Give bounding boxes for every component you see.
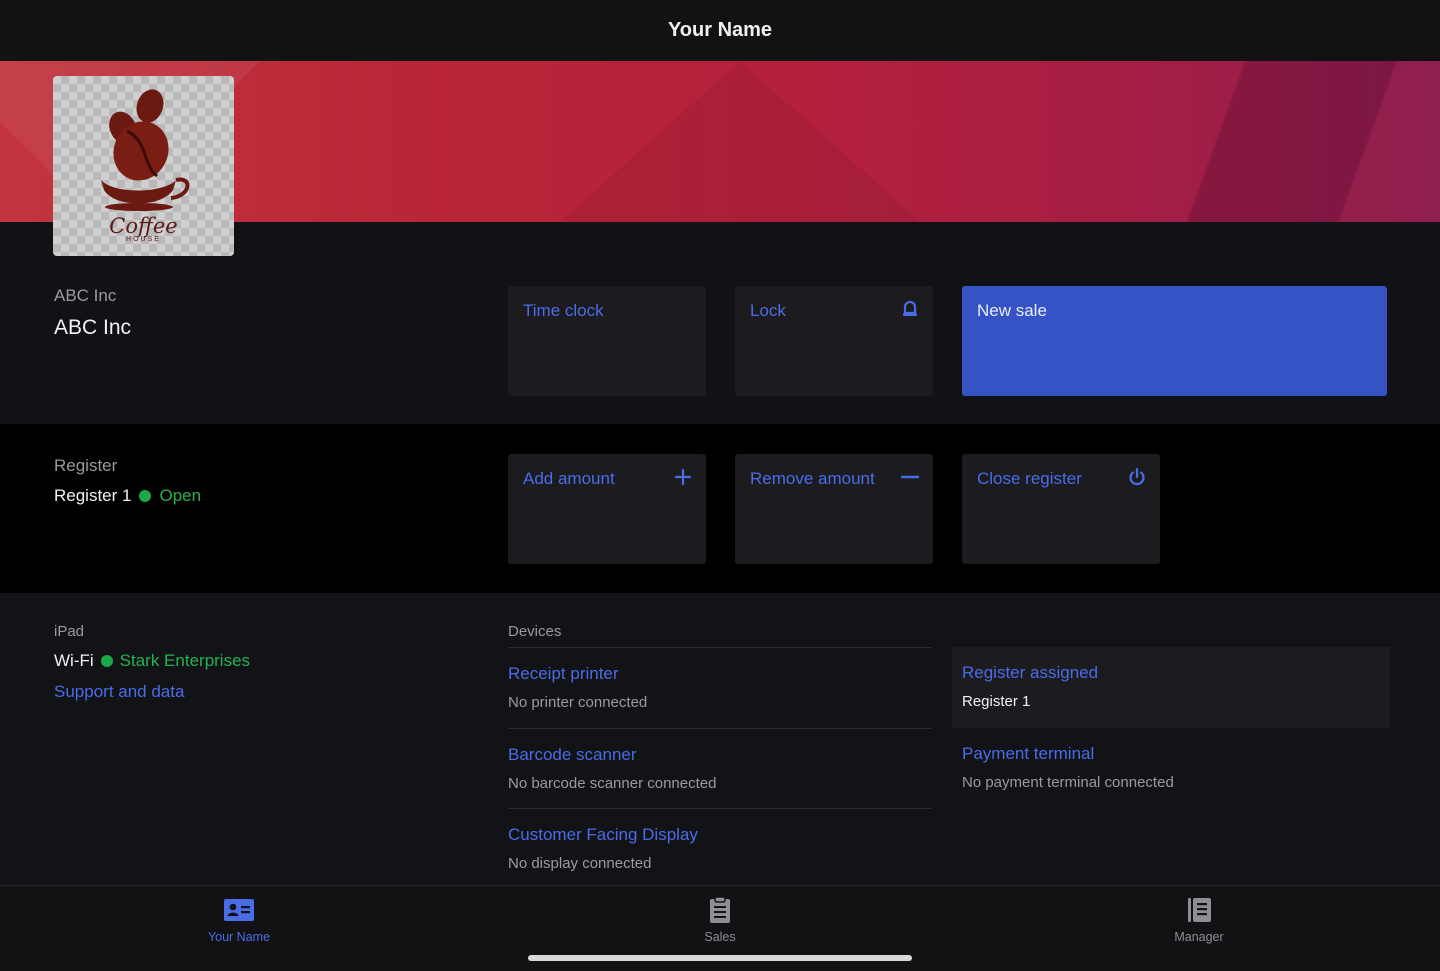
status-dot xyxy=(139,490,152,502)
support-and-data-link[interactable]: Support and data xyxy=(54,682,184,702)
customer-display-item[interactable]: Customer Facing Display No display conne… xyxy=(508,808,932,889)
banner-shape xyxy=(560,61,920,222)
top-bar: Your Name xyxy=(0,0,1440,61)
home-indicator[interactable] xyxy=(528,955,912,961)
devices-label: Devices xyxy=(508,623,562,640)
devices-section: iPad Wi-Fi Stark Enterprises Support and… xyxy=(0,593,1440,885)
ipad-label: iPad xyxy=(54,623,85,640)
payment-terminal-status: No payment terminal connected xyxy=(962,773,1174,791)
register-assigned-item[interactable]: Register assigned Register 1 xyxy=(952,647,1390,728)
receipt-printer-status: No printer connected xyxy=(508,694,648,711)
tab-label: Your Name xyxy=(207,930,271,944)
register-status: Open xyxy=(159,486,202,505)
wifi-network-name: Stark Enterprises xyxy=(119,651,251,670)
receipt-printer-title: Receipt printer xyxy=(508,664,619,683)
customer-display-status: No display connected xyxy=(508,855,652,872)
add-amount-button[interactable]: Add amount xyxy=(508,454,706,564)
lock-label: Lock xyxy=(750,301,786,320)
wifi-status-dot xyxy=(100,655,113,667)
power-icon xyxy=(1129,467,1145,486)
lock-bell-icon xyxy=(903,300,917,316)
clipboard-icon xyxy=(710,896,730,923)
tab-manager[interactable]: Manager xyxy=(1119,896,1279,944)
close-register-label: Close register xyxy=(977,469,1082,488)
add-amount-label: Add amount xyxy=(523,469,615,488)
register-section: Register Register 1 Open Add amount Remo… xyxy=(0,424,1440,593)
plus-icon xyxy=(674,468,692,486)
barcode-scanner-item[interactable]: Barcode scanner No barcode scanner conne… xyxy=(508,727,932,809)
receipt-printer-item[interactable]: Receipt printer No printer connected xyxy=(508,647,932,728)
register-name: Register 1 xyxy=(54,486,132,505)
tab-your-name[interactable]: Your Name xyxy=(159,896,319,944)
devices-list: Receipt printer No printer connected Bar… xyxy=(508,647,932,889)
register-assigned-title: Register assigned xyxy=(962,663,1099,682)
time-clock-button[interactable]: Time clock xyxy=(508,286,706,396)
logo-text: Coffee xyxy=(109,214,178,238)
payment-terminal-title: Payment terminal xyxy=(962,743,1095,763)
company-logo: Coffee HOUSE xyxy=(53,76,234,256)
wifi-label: Wi-Fi xyxy=(54,651,94,670)
banner-shape xyxy=(1130,61,1440,222)
customer-display-title: Customer Facing Display xyxy=(508,825,698,844)
lock-button[interactable]: Lock xyxy=(735,286,933,396)
logo-subtext: HOUSE xyxy=(126,236,161,243)
payment-terminal-item[interactable]: Payment terminal No payment terminal con… xyxy=(952,728,1390,809)
barcode-scanner-title: Barcode scanner xyxy=(508,744,637,764)
minus-icon xyxy=(900,475,920,479)
company-label: ABC Inc xyxy=(54,286,117,305)
new-sale-button[interactable]: New sale xyxy=(962,286,1387,396)
register-label: Register xyxy=(54,456,118,475)
page-title: Your Name xyxy=(667,19,773,41)
barcode-scanner-status: No barcode scanner connected xyxy=(508,774,717,792)
new-sale-label: New sale xyxy=(977,301,1047,320)
remove-amount-button[interactable]: Remove amount xyxy=(735,454,933,564)
devices-list-secondary: Register assigned Register 1 Payment ter… xyxy=(952,647,1390,808)
register-status-line: Register 1 Open xyxy=(54,486,201,506)
id-card-icon xyxy=(224,899,254,921)
tab-label: Sales xyxy=(704,930,736,944)
book-icon xyxy=(1188,898,1211,922)
wifi-status-line: Wi-Fi Stark Enterprises xyxy=(54,651,250,671)
remove-amount-label: Remove amount xyxy=(750,469,875,488)
company-name: ABC Inc xyxy=(54,316,132,339)
register-assigned-value: Register 1 xyxy=(962,693,1031,710)
tab-label: Manager xyxy=(1174,930,1224,944)
close-register-button[interactable]: Close register xyxy=(962,454,1160,564)
time-clock-label: Time clock xyxy=(523,301,604,320)
tab-sales[interactable]: Sales xyxy=(640,896,800,944)
